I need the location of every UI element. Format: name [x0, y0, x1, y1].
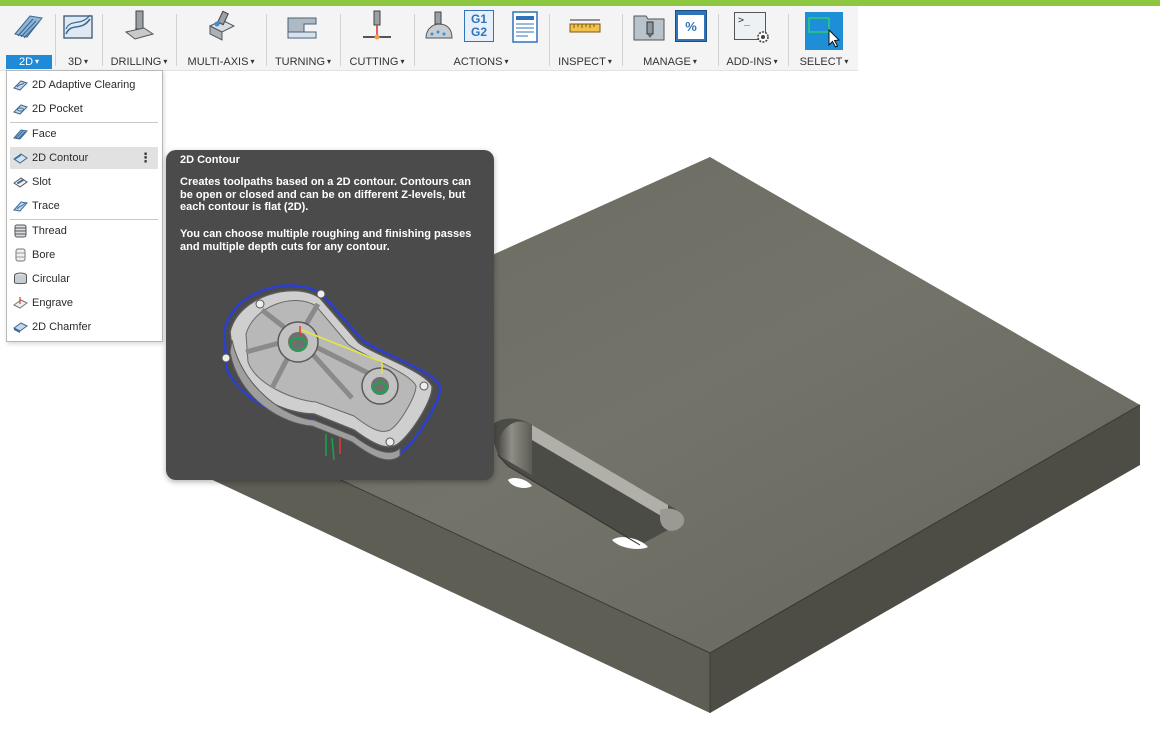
menu-item-label: Thread [32, 225, 67, 237]
menu-item-label: Slot [32, 176, 51, 188]
menu-item-label: Engrave [32, 297, 73, 309]
g2-text: G2 [470, 25, 487, 39]
tooltip-description: Creates toolpaths based on a 2D contour.… [180, 176, 471, 213]
toolbar-separator [340, 14, 341, 66]
simulate-icon [425, 11, 453, 39]
toolbar-group-turning[interactable]: TURNING ▾ [272, 6, 334, 70]
actions-icon: G1 G2 [464, 10, 494, 42]
manage-icon: % [675, 10, 707, 42]
toolbar-label-drilling[interactable]: DRILLING ▾ [108, 55, 170, 69]
ruler-icon [569, 19, 601, 33]
prompt-text: >_ [738, 15, 751, 26]
toolbar-label-inspect[interactable]: INSPECT ▾ [554, 55, 616, 69]
menu-item-slot[interactable]: Slot [10, 171, 158, 193]
toolbar-group-inspect[interactable]: INSPECT ▾ [554, 6, 616, 70]
chamfer-icon [13, 322, 28, 333]
contour-preview-image [221, 284, 442, 461]
toolbar-separator [718, 14, 719, 66]
toolbar-label-turning[interactable]: TURNING ▾ [272, 55, 334, 69]
menu-item-label: 2D Pocket [32, 103, 83, 115]
menu-item-thread[interactable]: Thread [10, 220, 158, 242]
toolbar-group-add-ins[interactable]: >_ ADD-INS ▾ [722, 6, 782, 70]
tooltip-title: 2D Contour [180, 154, 240, 166]
toolbar-group-multi-axis[interactable]: MULTI-AXIS ▾ [184, 6, 258, 70]
toolbar-group-actions[interactable]: G1 G2 ACTIONS ▾ [418, 6, 544, 70]
menu-item-2d-adaptive-clearing[interactable]: 2D Adaptive Clearing [10, 74, 158, 96]
menu-item-label: 2D Chamfer [32, 321, 92, 333]
toolbar-label-select[interactable]: SELECT ▾ [794, 55, 854, 69]
circular-icon [14, 272, 27, 285]
toolbar-group-manage[interactable]: % MANAGE ▾ [626, 6, 714, 70]
toolbar-separator [266, 14, 267, 66]
add-ins-icon: >_ [734, 12, 769, 43]
menu-item-circular[interactable]: Circular [10, 268, 158, 290]
toolbar-group-drilling[interactable]: DRILLING ▾ [108, 6, 170, 70]
face-icon [13, 129, 28, 140]
menu-item-bore[interactable]: Bore [10, 244, 158, 266]
contour-tooltip: 2D Contour Creates toolpaths based on a … [166, 150, 494, 480]
menu-item-engrave[interactable]: Engrave [10, 292, 158, 314]
trace-icon [13, 201, 28, 212]
bore-icon [15, 248, 26, 262]
menu-item-label: Circular [32, 273, 70, 285]
menu-item-label: 2D Contour [32, 152, 89, 164]
engrave-icon [13, 297, 28, 309]
2d-milling-icon [14, 15, 43, 39]
contour-icon [13, 153, 28, 164]
toolbar-separator [55, 14, 56, 66]
toolbar-separator [102, 14, 103, 66]
toolbar-label-add-ins[interactable]: ADD-INS ▾ [722, 55, 782, 69]
pocket-icon [13, 104, 28, 115]
toolbar-separator [622, 14, 623, 66]
menu-item-label: 2D Adaptive Clearing [32, 79, 136, 91]
menu-item-2d-contour[interactable]: 2D Contour ⋮ [10, 147, 158, 169]
turning-icon [287, 17, 317, 39]
2d-dropdown-menu: 2D Adaptive Clearing 2D Pocket Face 2D C… [6, 70, 163, 342]
menu-item-2d-chamfer[interactable]: 2D Chamfer [10, 316, 158, 338]
toolbar-group-cutting[interactable]: CUTTING ▾ [346, 6, 408, 70]
ribbon-toolbar: 2D ▾ 3D ▾ DRILLING ▾ MULTI-AXIS ▾ TURNIN… [0, 6, 858, 71]
slot-icon [13, 177, 28, 188]
toolbar-group-select[interactable]: SELECT ▾ [794, 6, 854, 70]
percent-text: % [678, 15, 704, 39]
toolbar-separator [414, 14, 415, 66]
gear-icon [757, 31, 769, 43]
menu-item-label: Trace [32, 200, 60, 212]
adaptive-clearing-icon [13, 80, 28, 91]
cutting-icon [363, 10, 391, 40]
toolbar-label-manage[interactable]: MANAGE ▾ [626, 55, 714, 69]
tool-library-icon [633, 15, 665, 41]
toolbar-label-2d[interactable]: 2D ▾ [6, 55, 52, 69]
toolbar-separator [549, 14, 550, 66]
toolbar-label-cutting[interactable]: CUTTING ▾ [346, 55, 408, 69]
menu-item-trace[interactable]: Trace [10, 195, 158, 217]
drill-icon [124, 10, 155, 40]
more-options-icon[interactable]: ⋮ [139, 147, 152, 169]
toolbar-label-multi-axis[interactable]: MULTI-AXIS ▾ [184, 55, 258, 69]
menu-item-2d-pocket[interactable]: 2D Pocket [10, 98, 158, 120]
toolbar-separator [176, 14, 177, 66]
tooltip-description-2: You can choose multiple roughing and fin… [180, 228, 472, 253]
multi-axis-icon [208, 10, 236, 41]
menu-item-label: Face [32, 128, 57, 140]
toolbar-label-actions[interactable]: ACTIONS ▾ [418, 55, 544, 69]
toolbar-group-3d[interactable]: 3D ▾ [58, 6, 98, 70]
select-icon [805, 12, 843, 50]
menu-item-label: Bore [32, 249, 56, 261]
menu-item-face[interactable]: Face [10, 123, 158, 145]
toolbar-group-2d[interactable]: 2D ▾ [6, 6, 52, 70]
toolbar-separator [788, 14, 789, 66]
thread-icon [14, 224, 27, 238]
toolbar-label-3d[interactable]: 3D ▾ [58, 55, 98, 69]
setup-sheet-icon [512, 11, 538, 43]
3d-milling-icon [63, 14, 93, 39]
